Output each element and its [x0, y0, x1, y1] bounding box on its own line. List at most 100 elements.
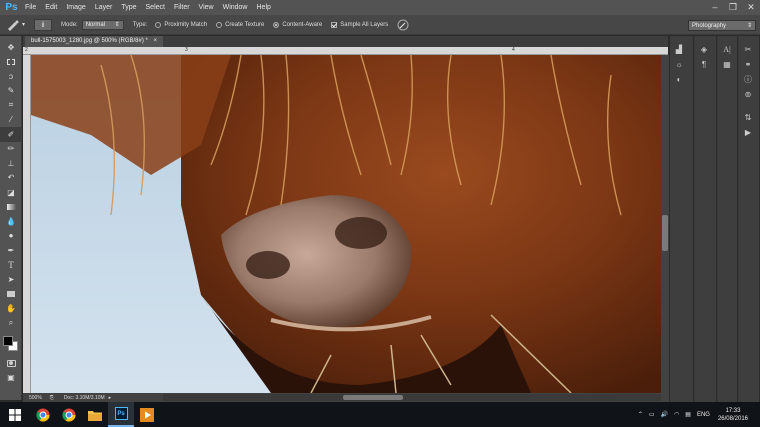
info-icon[interactable]: ⓘ [739, 72, 757, 87]
volume-icon[interactable]: 🔊 [661, 411, 668, 418]
clone-source-icon[interactable]: ⚭ [739, 57, 757, 72]
menu-edit[interactable]: Edit [45, 4, 57, 11]
timeline-icon[interactable]: ⇅ [739, 110, 757, 125]
zoom-icon: ⌕ [8, 317, 14, 327]
status-bar: 500% ⎘ Doc: 3.10M/3.10M ▸ [23, 393, 669, 402]
menu-file[interactable]: File [25, 4, 36, 11]
pen-pressure-icon [397, 19, 409, 30]
mode-select[interactable]: Normal ⇕ [81, 19, 124, 30]
panel-column-2: ◈ ¶ [695, 36, 717, 402]
menu-view[interactable]: View [199, 4, 214, 11]
blur-tool[interactable]: 💧 [0, 214, 22, 229]
taskbar-media-player[interactable] [134, 402, 160, 427]
panel-column-3: A| ▦ [718, 36, 738, 402]
restore-button[interactable]: ❐ [724, 0, 742, 15]
vertical-scroll-thumb[interactable] [662, 215, 668, 251]
histogram-icon[interactable]: ▟ [670, 42, 688, 57]
type-icon: T [8, 259, 14, 270]
chevron-right-icon[interactable]: ▸ [109, 395, 112, 401]
battery-icon[interactable]: ▭ [649, 411, 655, 418]
path-selection-tool[interactable]: ➤ [0, 272, 22, 287]
menu-bar: Ps File Edit Image Layer Type Select Fil… [0, 0, 760, 15]
paragraph-icon[interactable]: ¶ [695, 57, 713, 72]
pen-tool[interactable]: ✒ [0, 243, 22, 258]
quick-mask-button[interactable] [0, 356, 22, 371]
wifi-icon[interactable]: ◠ [674, 411, 679, 418]
tool-presets-icon[interactable]: ✂ [739, 42, 757, 57]
menu-filter[interactable]: Filter [174, 4, 190, 11]
menu-window[interactable]: Window [223, 4, 248, 11]
rectangle-tool[interactable] [0, 287, 22, 302]
eyedropper-tool[interactable]: ⁄ [0, 113, 22, 128]
folder-icon [88, 410, 102, 421]
vertical-scrollbar[interactable] [661, 55, 669, 393]
clone-stamp-tool[interactable]: ⊥ [0, 156, 22, 171]
zoom-level[interactable]: 500% [29, 395, 42, 401]
color-icon[interactable]: ◐ [670, 72, 688, 87]
doc-info: Doc: 3.10M/3.10M [63, 394, 105, 401]
tool-preset-picker[interactable]: ▾ [6, 19, 25, 31]
layers-icon[interactable]: ◈ [695, 42, 713, 57]
tab-close-icon[interactable]: × [154, 38, 158, 44]
document-canvas[interactable] [31, 55, 661, 393]
horizontal-scrollbar[interactable] [163, 394, 661, 401]
sample-all-layers-checkbox[interactable] [331, 21, 338, 28]
move-tool[interactable]: ✥ [0, 40, 22, 55]
move-icon: ✥ [7, 42, 15, 52]
menu-help[interactable]: Help [257, 4, 271, 11]
taskbar-file-explorer[interactable] [82, 402, 108, 427]
content-aware-label: Content-Aware [282, 21, 323, 28]
windows-start-button[interactable] [0, 402, 30, 427]
play-icon[interactable]: ▶ [739, 125, 757, 140]
brush-tool[interactable]: ✏ [0, 142, 22, 157]
language-indicator[interactable]: ENG [697, 412, 710, 418]
lasso-icon: ↄ [9, 71, 13, 81]
document-tab[interactable]: bull-1575003_1280.jpg @ 500% (RGB/8#) * … [25, 36, 164, 47]
eraser-tool[interactable]: ◪ [0, 185, 22, 200]
workspace-switcher[interactable]: Photography ⇕ [688, 20, 756, 31]
minimize-button[interactable]: – [706, 0, 724, 15]
history-brush-tool[interactable]: ↶ [0, 171, 22, 186]
eyedropper-icon: ⁄ [10, 115, 12, 125]
adjustments-icon[interactable]: ☼ [670, 57, 688, 72]
quick-mask-icon [6, 359, 16, 367]
menu-type[interactable]: Type [121, 4, 136, 11]
quick-selection-tool[interactable]: ✎ [0, 84, 22, 99]
menu-select[interactable]: Select [146, 4, 165, 11]
menu-layer[interactable]: Layer [95, 4, 113, 11]
pressure-size-button[interactable] [397, 19, 409, 31]
taskbar-chrome-2[interactable] [56, 402, 82, 427]
radio-create-texture[interactable] [216, 21, 223, 28]
brush-size-picker[interactable]: • 8 [34, 18, 53, 31]
lasso-tool[interactable]: ↄ [0, 69, 22, 84]
menu-image[interactable]: Image [66, 4, 85, 11]
radio-proximity-match[interactable] [155, 21, 162, 28]
crop-tool[interactable]: ⌗ [0, 98, 22, 113]
notification-icon[interactable]: ▤ [685, 411, 691, 418]
color-swatches[interactable] [0, 334, 22, 356]
taskbar-chrome-1[interactable] [30, 402, 56, 427]
character-icon[interactable]: A| [718, 42, 736, 57]
panel-column-1: ▟ ☼ ◐ [670, 36, 694, 402]
taskbar-photoshop[interactable]: Ps [108, 402, 134, 427]
options-bar: ▾ • 8 Mode: Normal ⇕ Type: Proximity Mat… [0, 15, 760, 35]
export-icon[interactable]: ⎘ [50, 395, 54, 401]
navigator-icon[interactable]: ⊚ [739, 87, 757, 102]
marquee-tool[interactable] [0, 55, 22, 70]
dodge-tool[interactable]: ● [0, 229, 22, 244]
screen-mode-icon: ▣ [7, 373, 15, 383]
window-controls: – ❐ ✕ [706, 0, 760, 15]
tray-chevron-up-icon[interactable]: ⌃ [638, 411, 643, 418]
hand-tool[interactable]: ✋ [0, 301, 22, 316]
taskbar-clock[interactable]: 17:33 26/08/2016 [718, 407, 748, 423]
type-tool[interactable]: T [0, 258, 22, 273]
clock-time: 17:33 [725, 407, 741, 414]
screen-mode-button[interactable]: ▣ [0, 371, 22, 386]
close-button[interactable]: ✕ [742, 0, 760, 15]
zoom-tool[interactable]: ⌕ [0, 316, 22, 331]
radio-content-aware[interactable] [273, 21, 280, 28]
gradient-tool[interactable] [0, 200, 22, 215]
spot-healing-brush-tool[interactable]: ✐ [0, 127, 22, 142]
swatches-icon[interactable]: ▦ [718, 57, 736, 72]
horizontal-scroll-thumb[interactable] [343, 395, 403, 400]
